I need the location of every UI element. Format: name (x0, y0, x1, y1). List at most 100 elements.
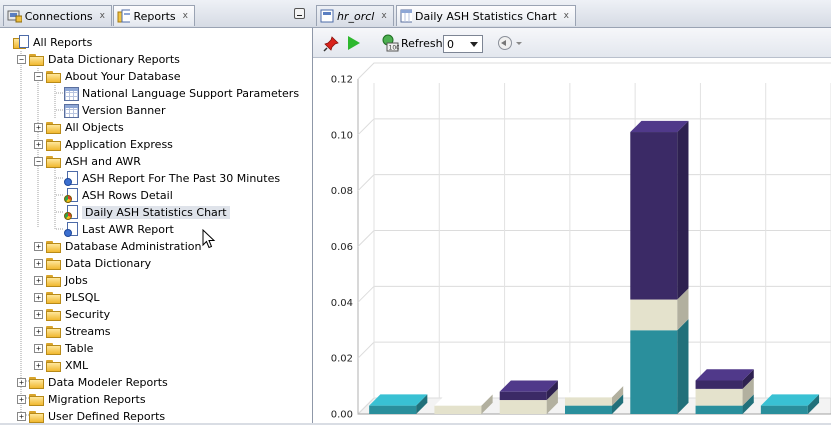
tree-item-version-banner[interactable]: Version Banner (64, 102, 165, 119)
tree-item-database-administration[interactable]: + Database Administration (34, 238, 201, 255)
gridline-horizontal (357, 341, 831, 359)
expand-icon[interactable]: + (34, 310, 43, 319)
expand-icon[interactable]: + (17, 378, 26, 387)
tab-reports-close-icon[interactable]: x (183, 11, 188, 21)
connections-icon (7, 10, 22, 23)
collapse-icon[interactable]: − (17, 55, 26, 64)
refresh-interval-select[interactable]: 0 (443, 35, 483, 53)
folder-icon (46, 325, 62, 338)
tree-item-last-awr-report[interactable]: Last AWR Report (64, 221, 174, 238)
tree-item-nls-parameters[interactable]: National Language Support Parameters (64, 85, 299, 102)
tree-item-security[interactable]: + Security (34, 306, 110, 323)
tab-connections[interactable]: Connections x (3, 5, 112, 26)
bar-segment-teal (630, 319, 689, 414)
folder-icon (46, 274, 62, 287)
pin-icon[interactable] (323, 36, 339, 52)
folder-icon (29, 376, 45, 389)
tree-item-label: Data Modeler Reports (48, 376, 168, 389)
run-icon[interactable] (348, 36, 360, 50)
bar-face (695, 388, 743, 406)
tree-item-application-express[interactable]: + Application Express (34, 136, 173, 153)
bar-face (369, 405, 417, 414)
tree-item-all-objects[interactable]: + All Objects (34, 119, 124, 136)
gridline-horizontal (357, 285, 831, 303)
tree-item-migration-reports[interactable]: + Migration Reports (17, 391, 146, 408)
tree-item-label: Migration Reports (48, 393, 146, 406)
back-icon[interactable] (498, 36, 512, 50)
reports-icon (117, 9, 131, 23)
reports-tree: All Reports − Data Dictionary Reports − … (0, 34, 312, 423)
y-tick-label: 0.00 (331, 410, 353, 421)
tree-item-data-dictionary[interactable]: + Data Dictionary (34, 255, 151, 272)
folder-icon (29, 393, 45, 406)
tree-item-label: National Language Support Parameters (82, 87, 300, 100)
tab-daily-ash-chart[interactable]: Daily ASH Statistics Chart x (396, 5, 576, 26)
report-editor-pane: hr_orcl x Daily ASH Statistics Chart x 1… (313, 0, 831, 423)
bar-face (499, 400, 547, 414)
tab-reports-label: Reports (133, 9, 176, 23)
bar-2 (434, 394, 493, 414)
tree-item-label: PLSQL (65, 291, 100, 304)
tree-item-streams[interactable]: + Streams (34, 323, 111, 340)
tab-hr-orcl-close-icon[interactable]: x (381, 11, 386, 21)
expand-icon[interactable]: + (34, 259, 43, 268)
tree-item-plsql[interactable]: + PLSQL (34, 289, 100, 306)
refresh-interval-value: 0 (447, 37, 454, 51)
expand-icon[interactable]: + (17, 395, 26, 404)
tree-item-ash-report-30[interactable]: ASH Report For The Past 30 Minutes (64, 170, 280, 187)
tree-item-about-your-database[interactable]: − About Your Database (34, 68, 180, 85)
expand-icon[interactable]: + (34, 293, 43, 302)
tree-item-data-dictionary-reports[interactable]: − Data Dictionary Reports (17, 51, 180, 68)
y-tick-label: 0.10 (331, 130, 353, 141)
collapse-icon[interactable]: − (34, 72, 43, 81)
tree-item-ash-and-awr[interactable]: − ASH and AWR (34, 153, 141, 170)
chart-area: 0.12 0.10 0.08 0.06 0.04 0.02 0.00 (313, 59, 831, 423)
bar-segment-teal (760, 394, 820, 414)
bar-face (564, 405, 613, 414)
tab-daily-ash-chart-close-icon[interactable]: x (564, 11, 569, 21)
bar-segment-purple (499, 380, 558, 401)
bar-segment-teal (369, 394, 428, 414)
expand-icon[interactable]: + (34, 276, 43, 285)
y-tick-label: 0.04 (331, 298, 353, 309)
ash-statistics-chart: 0.12 0.10 0.08 0.06 0.04 0.02 0.00 (331, 62, 831, 421)
bar-segment-purple (630, 120, 689, 300)
tab-connections-close-icon[interactable]: x (100, 11, 105, 21)
expand-icon[interactable]: + (34, 361, 43, 370)
expand-icon[interactable]: + (34, 140, 43, 149)
tree-item-jobs[interactable]: + Jobs (34, 272, 88, 289)
bar-3 (499, 380, 558, 414)
folder-icon (46, 359, 62, 372)
expand-icon[interactable]: + (34, 242, 43, 251)
tree-item-ash-rows-detail[interactable]: ASH Rows Detail (64, 187, 173, 204)
expand-icon[interactable]: + (34, 327, 43, 336)
tree-item-data-modeler-reports[interactable]: + Data Modeler Reports (17, 374, 168, 391)
refresh-icon[interactable]: 100 (381, 34, 399, 52)
bar-side (677, 120, 689, 300)
tab-reports[interactable]: Reports x (113, 5, 195, 26)
back-dropdown-icon[interactable] (516, 42, 522, 45)
tree-item-user-defined-reports[interactable]: + User Defined Reports (17, 408, 165, 425)
gridline-horizontal (357, 230, 831, 247)
tab-hr-orcl[interactable]: hr_orcl x (316, 5, 394, 26)
gridline-horizontal (357, 62, 831, 80)
tree-item-daily-ash-chart[interactable]: Daily ASH Statistics Chart (64, 204, 230, 221)
minimize-icon[interactable] (294, 8, 305, 19)
expand-icon[interactable]: + (34, 123, 43, 132)
table-report-icon (64, 103, 79, 118)
y-axis-ticks: 0.12 0.10 0.08 0.06 0.04 0.02 0.00 (331, 75, 353, 421)
tree-item-label: About Your Database (65, 70, 181, 83)
folder-icon (46, 240, 62, 253)
expand-icon[interactable]: + (17, 412, 26, 421)
gridline-horizontal (357, 118, 831, 136)
tab-connections-label: Connections (24, 9, 93, 23)
tree-item-all-reports[interactable]: All Reports (13, 34, 92, 51)
tree-item-xml[interactable]: + XML (34, 357, 88, 374)
bar-side (677, 319, 689, 414)
collapse-icon[interactable]: − (34, 157, 43, 166)
folder-open-icon (29, 53, 45, 66)
tree-item-label: All Objects (65, 121, 124, 134)
tree-item-table[interactable]: + Table (34, 340, 93, 357)
editor-tab-bar: hr_orcl x Daily ASH Statistics Chart x (313, 0, 831, 28)
expand-icon[interactable]: + (34, 344, 43, 353)
